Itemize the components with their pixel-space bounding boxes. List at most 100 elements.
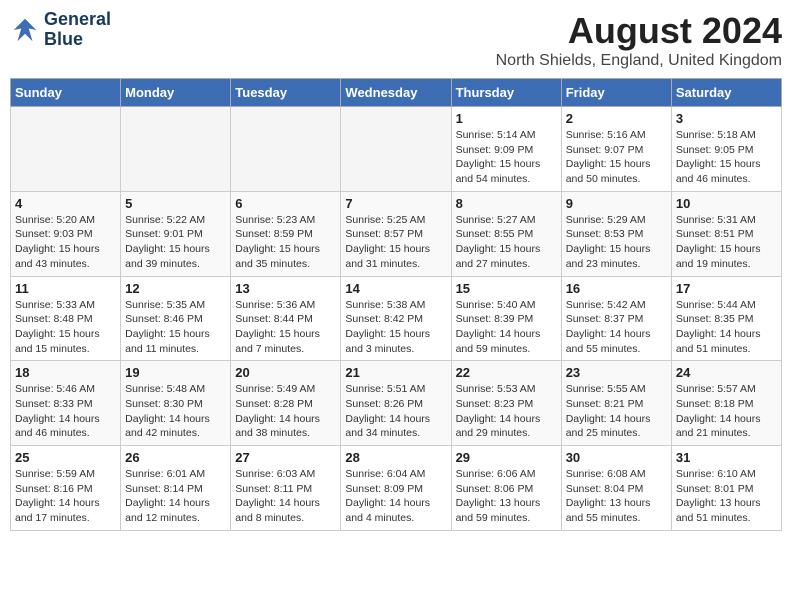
calendar-day-cell: 6 Sunrise: 5:23 AM Sunset: 8:59 PM Daylig… (231, 191, 341, 276)
day-number: 31 (676, 450, 777, 465)
day-info: Sunrise: 6:04 AM Sunset: 8:09 PM Dayligh… (345, 467, 446, 526)
day-number: 18 (15, 365, 116, 380)
day-header-sunday: Sunday (11, 79, 121, 107)
calendar-day-cell: 24 Sunrise: 5:57 AM Sunset: 8:18 PM Dayli… (671, 361, 781, 446)
day-number: 9 (566, 196, 667, 211)
day-number: 10 (676, 196, 777, 211)
day-info: Sunrise: 5:38 AM Sunset: 8:42 PM Dayligh… (345, 298, 446, 357)
page-subtitle: North Shields, England, United Kingdom (496, 52, 782, 70)
day-header-tuesday: Tuesday (231, 79, 341, 107)
day-number: 27 (235, 450, 336, 465)
day-number: 22 (456, 365, 557, 380)
day-info: Sunrise: 5:48 AM Sunset: 8:30 PM Dayligh… (125, 382, 226, 441)
calendar-table: SundayMondayTuesdayWednesdayThursdayFrid… (10, 78, 782, 531)
day-number: 28 (345, 450, 446, 465)
calendar-week-row: 4Sunrise: 5:20 AM Sunset: 9:03 PM Daylig… (11, 191, 782, 276)
day-info: Sunrise: 5:53 AM Sunset: 8:23 PM Dayligh… (456, 382, 557, 441)
day-info: Sunrise: 5:33 AM Sunset: 8:48 PM Dayligh… (15, 298, 116, 357)
calendar-day-cell (121, 107, 231, 192)
day-info: Sunrise: 5:55 AM Sunset: 8:21 PM Dayligh… (566, 382, 667, 441)
day-number: 2 (566, 111, 667, 126)
day-info: Sunrise: 5:22 AM Sunset: 9:01 PM Dayligh… (125, 213, 226, 272)
calendar-day-cell: 12 Sunrise: 5:35 AM Sunset: 8:46 PM Dayli… (121, 276, 231, 361)
day-number: 3 (676, 111, 777, 126)
day-info: Sunrise: 6:08 AM Sunset: 8:04 PM Dayligh… (566, 467, 667, 526)
calendar-day-cell: 16Sunrise: 5:42 AM Sunset: 8:37 PM Dayli… (561, 276, 671, 361)
calendar-day-cell: 22 Sunrise: 5:53 AM Sunset: 8:23 PM Dayli… (451, 361, 561, 446)
day-info: Sunrise: 5:44 AM Sunset: 8:35 PM Dayligh… (676, 298, 777, 357)
calendar-day-cell: 19 Sunrise: 5:48 AM Sunset: 8:30 PM Dayli… (121, 361, 231, 446)
day-header-saturday: Saturday (671, 79, 781, 107)
day-number: 25 (15, 450, 116, 465)
day-info: Sunrise: 5:31 AM Sunset: 8:51 PM Dayligh… (676, 213, 777, 272)
calendar-day-cell: 2 Sunrise: 5:16 AM Sunset: 9:07 PM Daylig… (561, 107, 671, 192)
day-number: 8 (456, 196, 557, 211)
page-header: General Blue August 2024 North Shields, … (10, 10, 782, 70)
day-number: 6 (235, 196, 336, 211)
day-number: 19 (125, 365, 226, 380)
day-number: 1 (456, 111, 557, 126)
calendar-day-cell: 31 Sunrise: 6:10 AM Sunset: 8:01 PM Dayli… (671, 446, 781, 531)
day-info: Sunrise: 5:23 AM Sunset: 8:59 PM Dayligh… (235, 213, 336, 272)
calendar-day-cell: 17 Sunrise: 5:44 AM Sunset: 8:35 PM Dayli… (671, 276, 781, 361)
day-info: Sunrise: 5:14 AM Sunset: 9:09 PM Dayligh… (456, 128, 557, 187)
calendar-week-row: 18Sunrise: 5:46 AM Sunset: 8:33 PM Dayli… (11, 361, 782, 446)
day-info: Sunrise: 5:35 AM Sunset: 8:46 PM Dayligh… (125, 298, 226, 357)
day-info: Sunrise: 5:40 AM Sunset: 8:39 PM Dayligh… (456, 298, 557, 357)
calendar-day-cell: 13Sunrise: 5:36 AM Sunset: 8:44 PM Dayli… (231, 276, 341, 361)
day-header-monday: Monday (121, 79, 231, 107)
day-number: 29 (456, 450, 557, 465)
day-info: Sunrise: 5:25 AM Sunset: 8:57 PM Dayligh… (345, 213, 446, 272)
calendar-week-row: 1 Sunrise: 5:14 AM Sunset: 9:09 PM Daylig… (11, 107, 782, 192)
day-number: 26 (125, 450, 226, 465)
day-number: 30 (566, 450, 667, 465)
calendar-week-row: 25 Sunrise: 5:59 AM Sunset: 8:16 PM Dayli… (11, 446, 782, 531)
calendar-day-cell: 29Sunrise: 6:06 AM Sunset: 8:06 PM Dayli… (451, 446, 561, 531)
calendar-day-cell: 21Sunrise: 5:51 AM Sunset: 8:26 PM Dayli… (341, 361, 451, 446)
calendar-week-row: 11 Sunrise: 5:33 AM Sunset: 8:48 PM Dayli… (11, 276, 782, 361)
calendar-day-cell: 5Sunrise: 5:22 AM Sunset: 9:01 PM Daylig… (121, 191, 231, 276)
calendar-day-cell: 25 Sunrise: 5:59 AM Sunset: 8:16 PM Dayli… (11, 446, 121, 531)
calendar-day-cell: 14 Sunrise: 5:38 AM Sunset: 8:42 PM Dayli… (341, 276, 451, 361)
calendar-day-cell (231, 107, 341, 192)
day-number: 14 (345, 281, 446, 296)
day-number: 24 (676, 365, 777, 380)
day-info: Sunrise: 6:10 AM Sunset: 8:01 PM Dayligh… (676, 467, 777, 526)
logo-text: General Blue (44, 10, 111, 50)
day-number: 20 (235, 365, 336, 380)
day-info: Sunrise: 5:57 AM Sunset: 8:18 PM Dayligh… (676, 382, 777, 441)
calendar-day-cell: 4Sunrise: 5:20 AM Sunset: 9:03 PM Daylig… (11, 191, 121, 276)
calendar-day-cell: 23 Sunrise: 5:55 AM Sunset: 8:21 PM Dayli… (561, 361, 671, 446)
day-number: 12 (125, 281, 226, 296)
logo-icon (10, 15, 40, 45)
calendar-day-cell: 26 Sunrise: 6:01 AM Sunset: 8:14 PM Dayli… (121, 446, 231, 531)
day-header-thursday: Thursday (451, 79, 561, 107)
day-number: 7 (345, 196, 446, 211)
day-info: Sunrise: 5:18 AM Sunset: 9:05 PM Dayligh… (676, 128, 777, 187)
day-header-friday: Friday (561, 79, 671, 107)
day-info: Sunrise: 5:16 AM Sunset: 9:07 PM Dayligh… (566, 128, 667, 187)
calendar-day-cell: 10 Sunrise: 5:31 AM Sunset: 8:51 PM Dayli… (671, 191, 781, 276)
calendar-day-cell: 9 Sunrise: 5:29 AM Sunset: 8:53 PM Daylig… (561, 191, 671, 276)
calendar-day-cell: 27Sunrise: 6:03 AM Sunset: 8:11 PM Dayli… (231, 446, 341, 531)
calendar-header-row: SundayMondayTuesdayWednesdayThursdayFrid… (11, 79, 782, 107)
day-info: Sunrise: 5:36 AM Sunset: 8:44 PM Dayligh… (235, 298, 336, 357)
day-header-wednesday: Wednesday (341, 79, 451, 107)
day-number: 23 (566, 365, 667, 380)
calendar-day-cell: 7 Sunrise: 5:25 AM Sunset: 8:57 PM Daylig… (341, 191, 451, 276)
page-title: August 2024 (496, 10, 782, 52)
title-block: August 2024 North Shields, England, Unit… (496, 10, 782, 70)
day-number: 11 (15, 281, 116, 296)
calendar-day-cell: 30 Sunrise: 6:08 AM Sunset: 8:04 PM Dayli… (561, 446, 671, 531)
day-info: Sunrise: 5:59 AM Sunset: 8:16 PM Dayligh… (15, 467, 116, 526)
day-number: 4 (15, 196, 116, 211)
calendar-day-cell: 28 Sunrise: 6:04 AM Sunset: 8:09 PM Dayli… (341, 446, 451, 531)
calendar-day-cell: 15 Sunrise: 5:40 AM Sunset: 8:39 PM Dayli… (451, 276, 561, 361)
calendar-day-cell: 18Sunrise: 5:46 AM Sunset: 8:33 PM Dayli… (11, 361, 121, 446)
day-number: 15 (456, 281, 557, 296)
day-info: Sunrise: 5:29 AM Sunset: 8:53 PM Dayligh… (566, 213, 667, 272)
day-number: 17 (676, 281, 777, 296)
day-info: Sunrise: 6:01 AM Sunset: 8:14 PM Dayligh… (125, 467, 226, 526)
day-number: 16 (566, 281, 667, 296)
logo: General Blue (10, 10, 111, 50)
